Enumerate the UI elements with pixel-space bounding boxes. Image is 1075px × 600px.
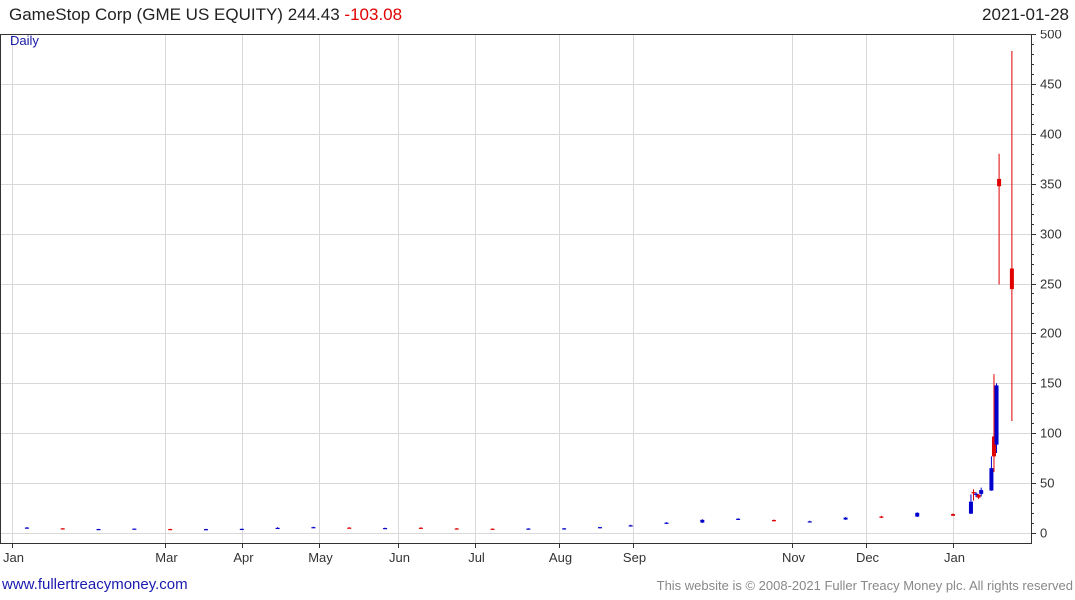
y-tick-label: 50 xyxy=(1040,476,1054,491)
period-label: Daily xyxy=(10,33,39,48)
price-change: -103.08 xyxy=(344,5,403,24)
chart-title: GameStop Corp (GME US EQUITY) 244.43 -10… xyxy=(9,5,402,25)
y-tick-label: 400 xyxy=(1040,127,1062,142)
candle-body xyxy=(1009,268,1014,290)
x-tick-label: Nov xyxy=(782,550,806,565)
x-tick-label: Apr xyxy=(233,550,254,565)
candle-body xyxy=(60,528,65,530)
y-tick-label: 150 xyxy=(1040,376,1062,391)
chart-header: GameStop Corp (GME US EQUITY) 244.43 -10… xyxy=(0,0,1075,30)
y-tick-label: 300 xyxy=(1040,227,1062,242)
chart-date: 2021-01-28 xyxy=(982,5,1069,24)
x-tick-label: May xyxy=(308,550,333,565)
candle-body xyxy=(383,528,388,530)
y-tick-label: 350 xyxy=(1040,177,1062,192)
candle xyxy=(915,512,920,518)
x-tick-label: Mar xyxy=(155,550,178,565)
candle xyxy=(96,528,101,531)
candle-body xyxy=(879,516,884,518)
candle-body xyxy=(96,529,101,531)
x-tick-label: Jul xyxy=(468,550,485,565)
candle-body xyxy=(771,520,776,522)
candle-body xyxy=(994,385,999,445)
candle-body xyxy=(24,527,29,529)
candle-body xyxy=(736,518,741,520)
candle-body xyxy=(951,514,956,516)
candle-body xyxy=(168,529,173,531)
candle-body xyxy=(664,522,669,524)
x-axis: Jan Mar Apr May Jun Jul Aug Sep Nov Dec Jan xyxy=(3,543,965,565)
candle-body xyxy=(807,521,812,523)
copyright-text: This website is © 2008-2021 Fuller Treac… xyxy=(656,578,1073,593)
y-tick-label: 450 xyxy=(1040,77,1062,92)
x-tick-label: Jan xyxy=(3,550,24,565)
candle-body xyxy=(974,493,979,495)
x-tick-label: Jan xyxy=(944,550,965,565)
candle-body xyxy=(132,528,137,530)
candle xyxy=(239,528,244,531)
candle-body xyxy=(976,494,981,498)
candle-body xyxy=(597,527,602,529)
security-name: GameStop Corp (GME US EQUITY) xyxy=(9,5,283,24)
candle-body xyxy=(490,528,495,530)
candle-body xyxy=(971,492,976,494)
candle-body xyxy=(311,527,316,529)
x-tick-label: Dec xyxy=(856,550,880,565)
candle-body xyxy=(562,528,567,530)
last-price: 244.43 xyxy=(287,5,340,24)
y-tick-label: 200 xyxy=(1040,326,1062,341)
y-axis: 0 50 100 150 200 250 300 350 400 450 500 xyxy=(1031,30,1062,541)
y-tick-label: 500 xyxy=(1040,30,1062,42)
candle-body xyxy=(700,519,705,523)
candle xyxy=(132,528,137,530)
x-tick-label: Aug xyxy=(549,550,572,565)
candle-body xyxy=(915,512,920,517)
candle-body xyxy=(454,528,459,530)
y-tick-label: 250 xyxy=(1040,277,1062,292)
y-tick-label: 100 xyxy=(1040,426,1062,441)
x-tick-label: Jun xyxy=(389,550,410,565)
candle-body xyxy=(347,527,352,529)
x-tick-label: Sep xyxy=(623,550,646,565)
candle-body xyxy=(239,528,244,531)
plot-background xyxy=(0,34,1031,543)
candle xyxy=(597,526,602,529)
candle-body xyxy=(989,468,994,491)
candle-body xyxy=(418,527,423,529)
candle-body xyxy=(843,517,848,520)
candle-body xyxy=(275,527,280,530)
candle-body xyxy=(979,490,984,494)
candle-body xyxy=(203,529,208,531)
y-tick-label: 0 xyxy=(1040,526,1047,541)
candle-body xyxy=(968,501,973,514)
candle-body xyxy=(526,528,531,530)
candle-body xyxy=(628,525,633,527)
candle-body xyxy=(997,178,1002,187)
candle xyxy=(994,383,999,453)
website-link[interactable]: www.fullertreacymoney.com xyxy=(2,576,188,593)
price-chart: 0 50 100 150 200 250 300 350 400 450 500 Jan Mar Apr… xyxy=(0,30,1062,565)
